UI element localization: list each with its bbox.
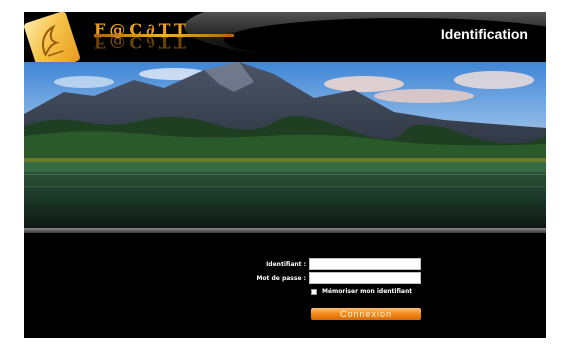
folder-logo-icon: [24, 12, 81, 62]
login-form: Identifiant : Mot de passe : Mémoriser m…: [24, 233, 546, 338]
password-label: Mot de passe :: [256, 275, 306, 282]
connexion-button[interactable]: Connexion: [311, 308, 421, 320]
remember-checkbox[interactable]: [311, 289, 317, 295]
page-title: Identification: [440, 26, 528, 42]
password-input[interactable]: [309, 272, 421, 284]
app-frame: F@C∂TT F@C∂TT Identification Identifiant…: [24, 12, 546, 338]
brand-logo-reflection: F@C∂TT: [94, 33, 190, 52]
username-label: Identifiant :: [266, 261, 306, 268]
banner-image: [24, 62, 546, 230]
header: F@C∂TT F@C∂TT Identification: [24, 12, 546, 62]
remember-label: Mémoriser mon identifiant: [322, 288, 413, 295]
username-input[interactable]: [309, 258, 421, 270]
